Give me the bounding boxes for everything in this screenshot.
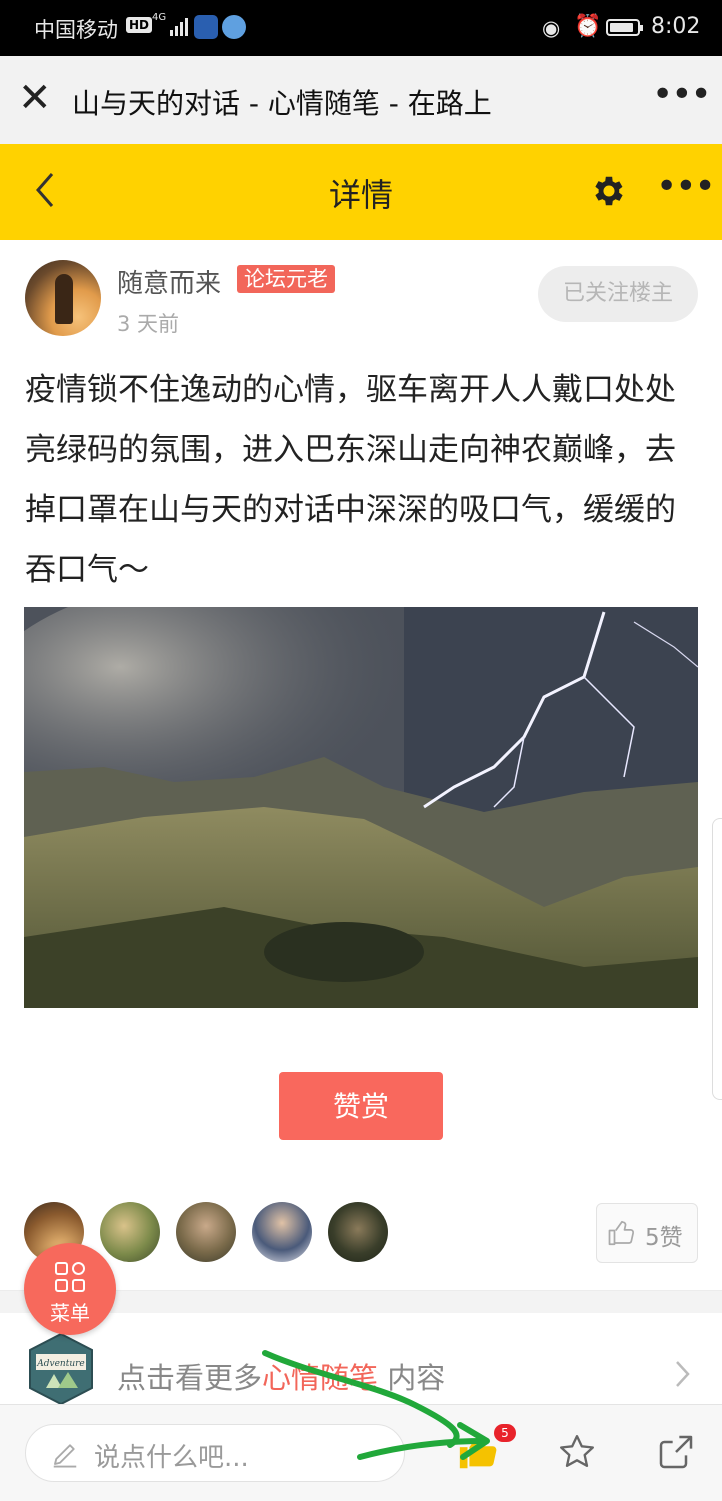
comment-input[interactable]: 说点什么吧... [25,1424,405,1482]
close-icon[interactable]: ✕ [18,76,52,120]
chevron-right-icon[interactable] [672,1354,692,1402]
liker-avatar[interactable] [100,1202,160,1262]
alarm-icon: ⏰ [574,14,602,39]
page-title: 山与天的对话 - 心情随笔 - 在路上 [72,87,492,120]
liker-avatar[interactable] [176,1202,236,1262]
scroll-handle[interactable] [712,818,722,1100]
mountain-lightning-photo [24,607,698,1008]
battery-icon [606,19,643,36]
more-dots-icon[interactable]: ••• [656,166,716,207]
category-name: 心情随笔 [262,1361,379,1395]
eye-comfort-icon: ◉ [542,16,561,40]
category-logo: Adventure [29,1332,93,1406]
menu-label: 菜单 [50,1301,90,1325]
app-notification-icon [194,15,218,39]
liker-avatar[interactable] [328,1202,388,1262]
author-name[interactable]: 随意而来 [117,263,221,300]
category-link-text[interactable]: 点击看更多心情随笔 内容 [117,1355,445,1397]
gear-icon[interactable] [590,172,628,210]
category-suffix: 内容 [378,1361,446,1395]
author-avatar[interactable] [25,260,101,336]
network-type: 4G [152,12,167,23]
post-time: 3 天前 [117,312,180,336]
share-icon[interactable] [656,1432,696,1472]
hd-indicator: HD [126,17,153,33]
follow-button[interactable]: 已关注楼主 [538,266,698,322]
webview-title-bar: ✕ 山与天的对话 - 心情随笔 - 在路上 ••• [0,56,722,145]
carrier-name: 中国移动 [34,18,118,42]
browser-notification-icon [222,15,246,39]
post-image[interactable] [24,607,698,1008]
pen-icon [53,1444,77,1468]
clock: 8:02 [651,14,701,39]
thumbs-up-icon [608,1220,635,1246]
star-icon[interactable] [557,1432,597,1472]
like-count-badge: 5 [494,1424,516,1442]
grid-icon [55,1262,85,1292]
reward-button[interactable]: 赞赏 [279,1072,443,1140]
status-bar: 中国移动 HD 4G ◉ ⏰ 8:02 [0,0,722,56]
like-count: 5赞 [645,1225,683,1251]
post-body: 疫情锁不住逸动的心情，驱车离开人人戴口处处亮绿码的氛围，进入巴东深山走向神农巅峰… [25,372,676,588]
comment-placeholder: 说点什么吧... [94,1443,249,1473]
author-rank-badge: 论坛元老 [237,265,335,293]
like-button[interactable]: 5赞 [596,1203,698,1263]
menu-fab[interactable]: 菜单 [24,1243,116,1335]
more-dots-icon[interactable]: ••• [652,74,712,115]
signal-icon [170,17,190,36]
liker-avatar[interactable] [252,1202,312,1262]
svg-text:Adventure: Adventure [36,1359,85,1369]
app-header: 详情 ••• [0,144,722,240]
category-prefix: 点击看更多 [117,1361,263,1395]
